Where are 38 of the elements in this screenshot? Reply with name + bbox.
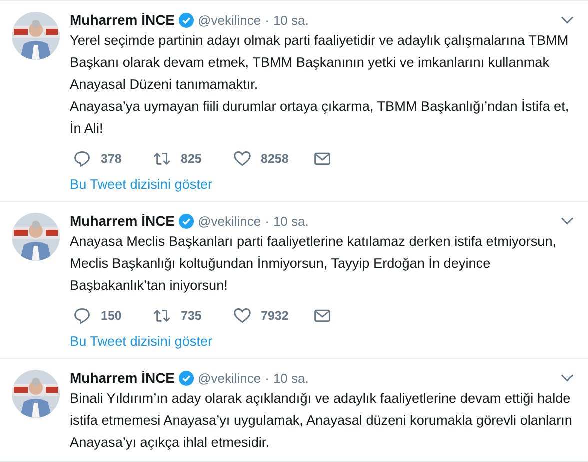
author-name[interactable]: Muharrem İNCE <box>70 370 176 386</box>
heart-icon[interactable] <box>233 150 252 168</box>
heart-icon[interactable] <box>233 307 252 325</box>
author-handle[interactable]: @vekilince <box>198 12 262 28</box>
separator: · <box>265 214 270 228</box>
retweet-icon[interactable] <box>153 307 172 325</box>
tweet-text: Yerel seçimde partinin adayı olmak parti faaliyetidir ve adaylık çalışmalarına TBMM Başkanı olarak devam etmek, TBMM Başkanının yetki ve imkanlarını kullanmak Anayasal Düzeni tanımamaktır. <box>70 32 570 94</box>
reply-icon[interactable] <box>73 150 92 168</box>
caret-icon[interactable] <box>561 16 574 24</box>
author-handle[interactable]: @vekilince <box>198 370 262 386</box>
retweet-count: 735 <box>181 309 202 323</box>
tweet-text: Anayasa Meclis Başkanları parti faaliyetlerine katılamaz derken istifa etmiyorsun, Meclis Başkanlığı koltuğundan İnmiyorsun, Tayyip Erdoğan İn deyince Başbakanlık’tan iniyorsun! <box>70 233 558 295</box>
timestamp[interactable]: 10 sa. <box>273 370 309 386</box>
avatar[interactable] <box>12 12 60 60</box>
caret-icon[interactable] <box>561 374 574 382</box>
caret-icon[interactable] <box>561 217 574 225</box>
mail-icon[interactable] <box>313 150 332 168</box>
show-thread-link[interactable]: Bu Tweet dizisini göster <box>70 177 213 192</box>
show-thread-link[interactable]: Bu Tweet dizisini göster <box>70 334 213 349</box>
tweet-text: Binali Yıldırım’ın aday olarak açıklandığı ve adaylık faaliyetlerine devam ettiği halde istifa etmemesi Anayasa’yı uygulamak, Anayasal düzeni korumakla görevli olanların Anayasa’yı açıkça ihlal etmesidir. <box>70 390 574 452</box>
reply-icon[interactable] <box>73 307 92 325</box>
like-count: 7932 <box>261 309 289 323</box>
tweet-text: Anayasa’ya uymayan fiili durumlar ortaya çıkarma, TBMM Başkanlığı’ndan İstifa et, İn Ali! <box>70 98 570 138</box>
author-handle[interactable]: @vekilince <box>198 214 262 228</box>
retweet-count: 825 <box>181 152 202 166</box>
separator: · <box>265 370 270 386</box>
author-name[interactable]: Muharrem İNCE <box>70 213 176 229</box>
timestamp[interactable]: 10 sa. <box>273 12 309 28</box>
reply-count: 378 <box>101 152 122 166</box>
mail-icon[interactable] <box>313 307 332 325</box>
avatar[interactable] <box>12 213 60 261</box>
author-name[interactable]: Muharrem İNCE <box>70 12 176 28</box>
separator: · <box>265 12 270 28</box>
reply-count: 150 <box>101 309 122 323</box>
timestamp[interactable]: 10 sa. <box>273 214 309 228</box>
like-count: 8258 <box>261 152 289 166</box>
retweet-icon[interactable] <box>153 150 172 168</box>
avatar[interactable] <box>12 370 60 418</box>
